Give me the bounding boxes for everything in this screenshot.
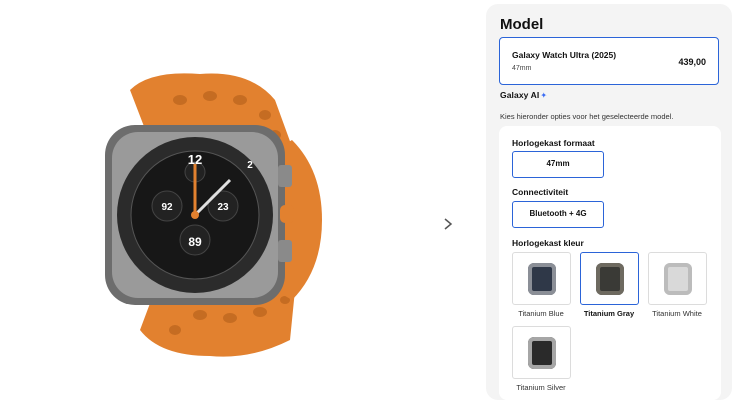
color-name-titanium-white: Titanium White bbox=[652, 309, 702, 318]
galaxy-ai-logo: Galaxy AI✦ bbox=[500, 90, 547, 100]
options-card: Horlogekast formaat 47mm Connectiviteit … bbox=[499, 126, 721, 400]
model-size: 47mm bbox=[512, 65, 532, 72]
configurator-panel: Model Galaxy Watch Ultra (2025) 47mm 439… bbox=[486, 4, 732, 400]
watch-thumbnail bbox=[663, 262, 692, 295]
color-name-titanium-silver: Titanium Silver bbox=[516, 383, 566, 392]
product-gallery: 12 2 92 23 89 bbox=[0, 0, 470, 400]
chevron-right-icon[interactable] bbox=[440, 214, 456, 234]
connectivity-label: Connectiviteit bbox=[512, 187, 569, 197]
dial-numeral-bottom: 89 bbox=[188, 235, 202, 249]
panel-title: Model bbox=[500, 16, 544, 33]
color-swatch-titanium-silver[interactable] bbox=[512, 326, 571, 379]
dial-numeral-12: 12 bbox=[188, 152, 202, 167]
color-swatch-titanium-blue[interactable] bbox=[512, 252, 571, 305]
case-size-label: Horlogekast formaat bbox=[512, 138, 595, 148]
color-swatch-titanium-gray[interactable] bbox=[580, 252, 639, 305]
help-text: Kies hieronder opties voor het geselecte… bbox=[500, 112, 674, 121]
product-image: 12 2 92 23 89 bbox=[105, 73, 322, 357]
watch-thumbnail bbox=[527, 262, 556, 295]
case-size-47mm-button[interactable]: 47mm bbox=[512, 151, 604, 178]
watch-thumbnail bbox=[595, 262, 624, 295]
sparkle-icon: ✦ bbox=[540, 91, 548, 100]
connectivity-bluetooth-4g-button[interactable]: Bluetooth + 4G bbox=[512, 201, 604, 228]
dial-numeral-2: 2 bbox=[247, 160, 253, 171]
watch-thumbnail bbox=[527, 336, 556, 369]
model-price: 439,00 bbox=[678, 57, 706, 67]
galaxy-ai-label: Galaxy AI bbox=[500, 90, 540, 100]
model-name: Galaxy Watch Ultra (2025) bbox=[512, 50, 617, 60]
dial-numeral-left: 92 bbox=[161, 202, 173, 213]
model-option-selected[interactable]: Galaxy Watch Ultra (2025) 47mm 439,00 bbox=[499, 37, 719, 85]
dial-numeral-right: 23 bbox=[217, 202, 229, 213]
color-swatch-titanium-white[interactable] bbox=[648, 252, 707, 305]
case-color-label: Horlogekast kleur bbox=[512, 238, 584, 248]
